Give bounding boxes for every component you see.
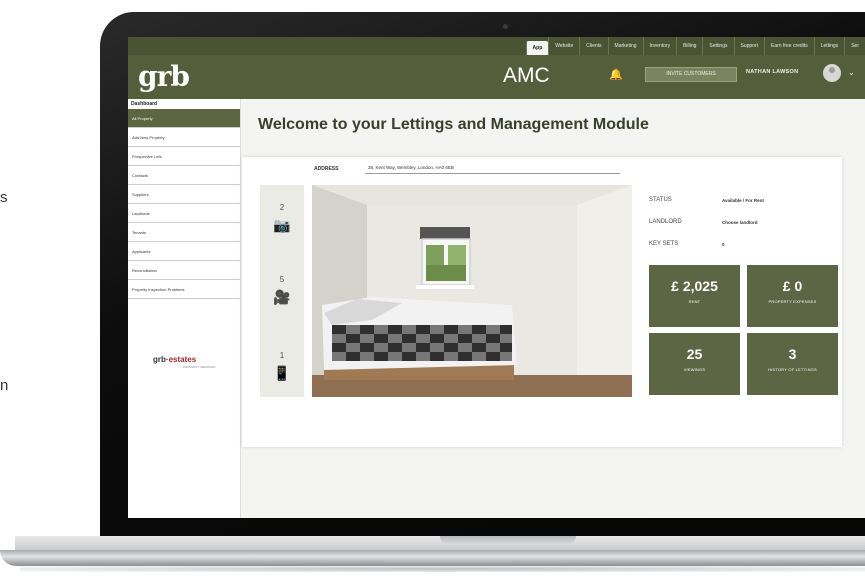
tab-marketing[interactable]: Marketing (607, 37, 643, 55)
tab-lettings[interactable]: Lettings (813, 37, 845, 55)
property-photo[interactable] (312, 185, 632, 397)
partner-logo-subtitle: PROPERTY SERVICES (183, 365, 216, 369)
tab-billing[interactable]: Billing (676, 37, 702, 55)
tab-app[interactable]: App (525, 41, 549, 55)
top-navigation: App Website Clients Marketing Inventory … (128, 37, 865, 55)
avatar[interactable] (823, 64, 841, 82)
rent-tile[interactable]: £ 2,025 RENT (649, 265, 740, 327)
viewings-label: VIEWINGS (683, 367, 706, 372)
tab-clients[interactable]: Clients (579, 37, 607, 55)
laptop-shadow (20, 566, 865, 572)
sidebar-title[interactable]: Dashboard (131, 101, 157, 107)
sidebar: Dashboard All Property Add New Property … (128, 99, 241, 518)
landlord-label: LANDLORD (649, 219, 682, 225)
sidebar-item-property-inspection[interactable]: Property Inspection Problems (128, 280, 240, 299)
property-expenses-value: £ 0 (782, 278, 803, 294)
tab-inventory[interactable]: Inventory (642, 37, 677, 55)
chevron-down-icon[interactable]: ⌄ (848, 68, 855, 77)
tab-website[interactable]: Website (548, 37, 579, 55)
viewings-value: 25 (686, 346, 703, 362)
user-name[interactable]: NATHAN LAWSON (746, 69, 798, 75)
key-sets-label: KEY SETS (649, 241, 679, 247)
sidebar-item-applicants[interactable]: Applicants (128, 242, 240, 261)
property-expenses-tile[interactable]: £ 0 PROPERTY EXPENSES (747, 265, 838, 327)
virtual-tour-count: 1 (279, 351, 285, 360)
sidebar-item-add-new-property[interactable]: Add New Property (128, 128, 240, 147)
media-counts-column: 2 📷 5 🎥 1 📱 (260, 185, 304, 397)
video-camera-icon[interactable]: 🎥 (260, 289, 304, 306)
sidebar-item-suppliers[interactable]: Suppliers (128, 185, 240, 204)
laptop-screen: App Website Clients Marketing Inventory … (128, 37, 865, 518)
camera-icon[interactable]: 📷 (260, 217, 304, 234)
status-label: STATUS (649, 197, 672, 203)
partner-logo: grb·estates (153, 355, 197, 364)
page-fragment-text: n (0, 377, 9, 394)
webcam (503, 24, 508, 29)
address-label: ADDRESS (314, 166, 339, 172)
app-logo[interactable]: grb (138, 60, 190, 93)
tab-support[interactable]: Support (733, 37, 765, 55)
phone-icon[interactable]: 📱 (260, 365, 304, 382)
laptop-hinge-notch (440, 536, 576, 544)
tab-more[interactable]: Ser (844, 37, 865, 55)
viewings-tile[interactable]: 25 VIEWINGS (649, 333, 740, 395)
sidebar-item-all-property[interactable]: All Property (128, 109, 240, 128)
bedroom-photo-illustration (312, 185, 632, 397)
page-title: Welcome to your Lettings and Management … (258, 116, 649, 133)
sidebar-item-contacts[interactable]: Contacts (128, 166, 240, 185)
rent-value: £ 2,025 (671, 278, 718, 294)
sidebar-item-landlords[interactable]: Landlords (128, 204, 240, 223)
history-of-lettings-value: 3 (788, 346, 797, 362)
tab-earn-free-credits[interactable]: Earn free credits (764, 37, 814, 55)
laptop-base-edge (0, 550, 865, 566)
property-card: ADDRESS 38, Kent Way, Wembley, London, H… (242, 157, 842, 447)
sidebar-item-reconciliation[interactable]: Reconciliation (128, 261, 240, 280)
property-expenses-label: PROPERTY EXPENSES (768, 299, 817, 304)
history-of-lettings-tile[interactable]: 3 HISTORY OF LETTINGS (747, 333, 838, 395)
video-count: 5 (279, 275, 285, 284)
sidebar-item-prospective-lets[interactable]: Prospective Lets (128, 147, 240, 166)
tab-settings[interactable]: Settings (702, 37, 733, 55)
photo-count: 2 (279, 203, 285, 212)
sidebar-item-tenants[interactable]: Tenants (128, 223, 240, 242)
app-header: grb AMC 🔔 INVITE CUSTOMERS NATHAN LAWSON… (128, 55, 865, 99)
invite-customers-button[interactable]: INVITE CUSTOMERS (645, 67, 737, 82)
company-name: AMC (503, 64, 550, 87)
partner-logo-accent: estates (168, 355, 197, 364)
partner-logo-main: grb (153, 355, 166, 364)
status-value: Available / For Rent (722, 198, 764, 203)
rent-label: RENT (688, 299, 701, 304)
key-sets-value: 0 (722, 242, 725, 247)
bell-icon[interactable]: 🔔 (609, 68, 623, 81)
page-fragment-text: s (0, 189, 8, 206)
history-of-lettings-label: HISTORY OF LETTINGS (768, 367, 817, 372)
address-field[interactable]: 38, Kent Way, Wembley, London, HA0 6EB (365, 162, 620, 174)
landlord-value[interactable]: Choose landlord (722, 220, 758, 225)
